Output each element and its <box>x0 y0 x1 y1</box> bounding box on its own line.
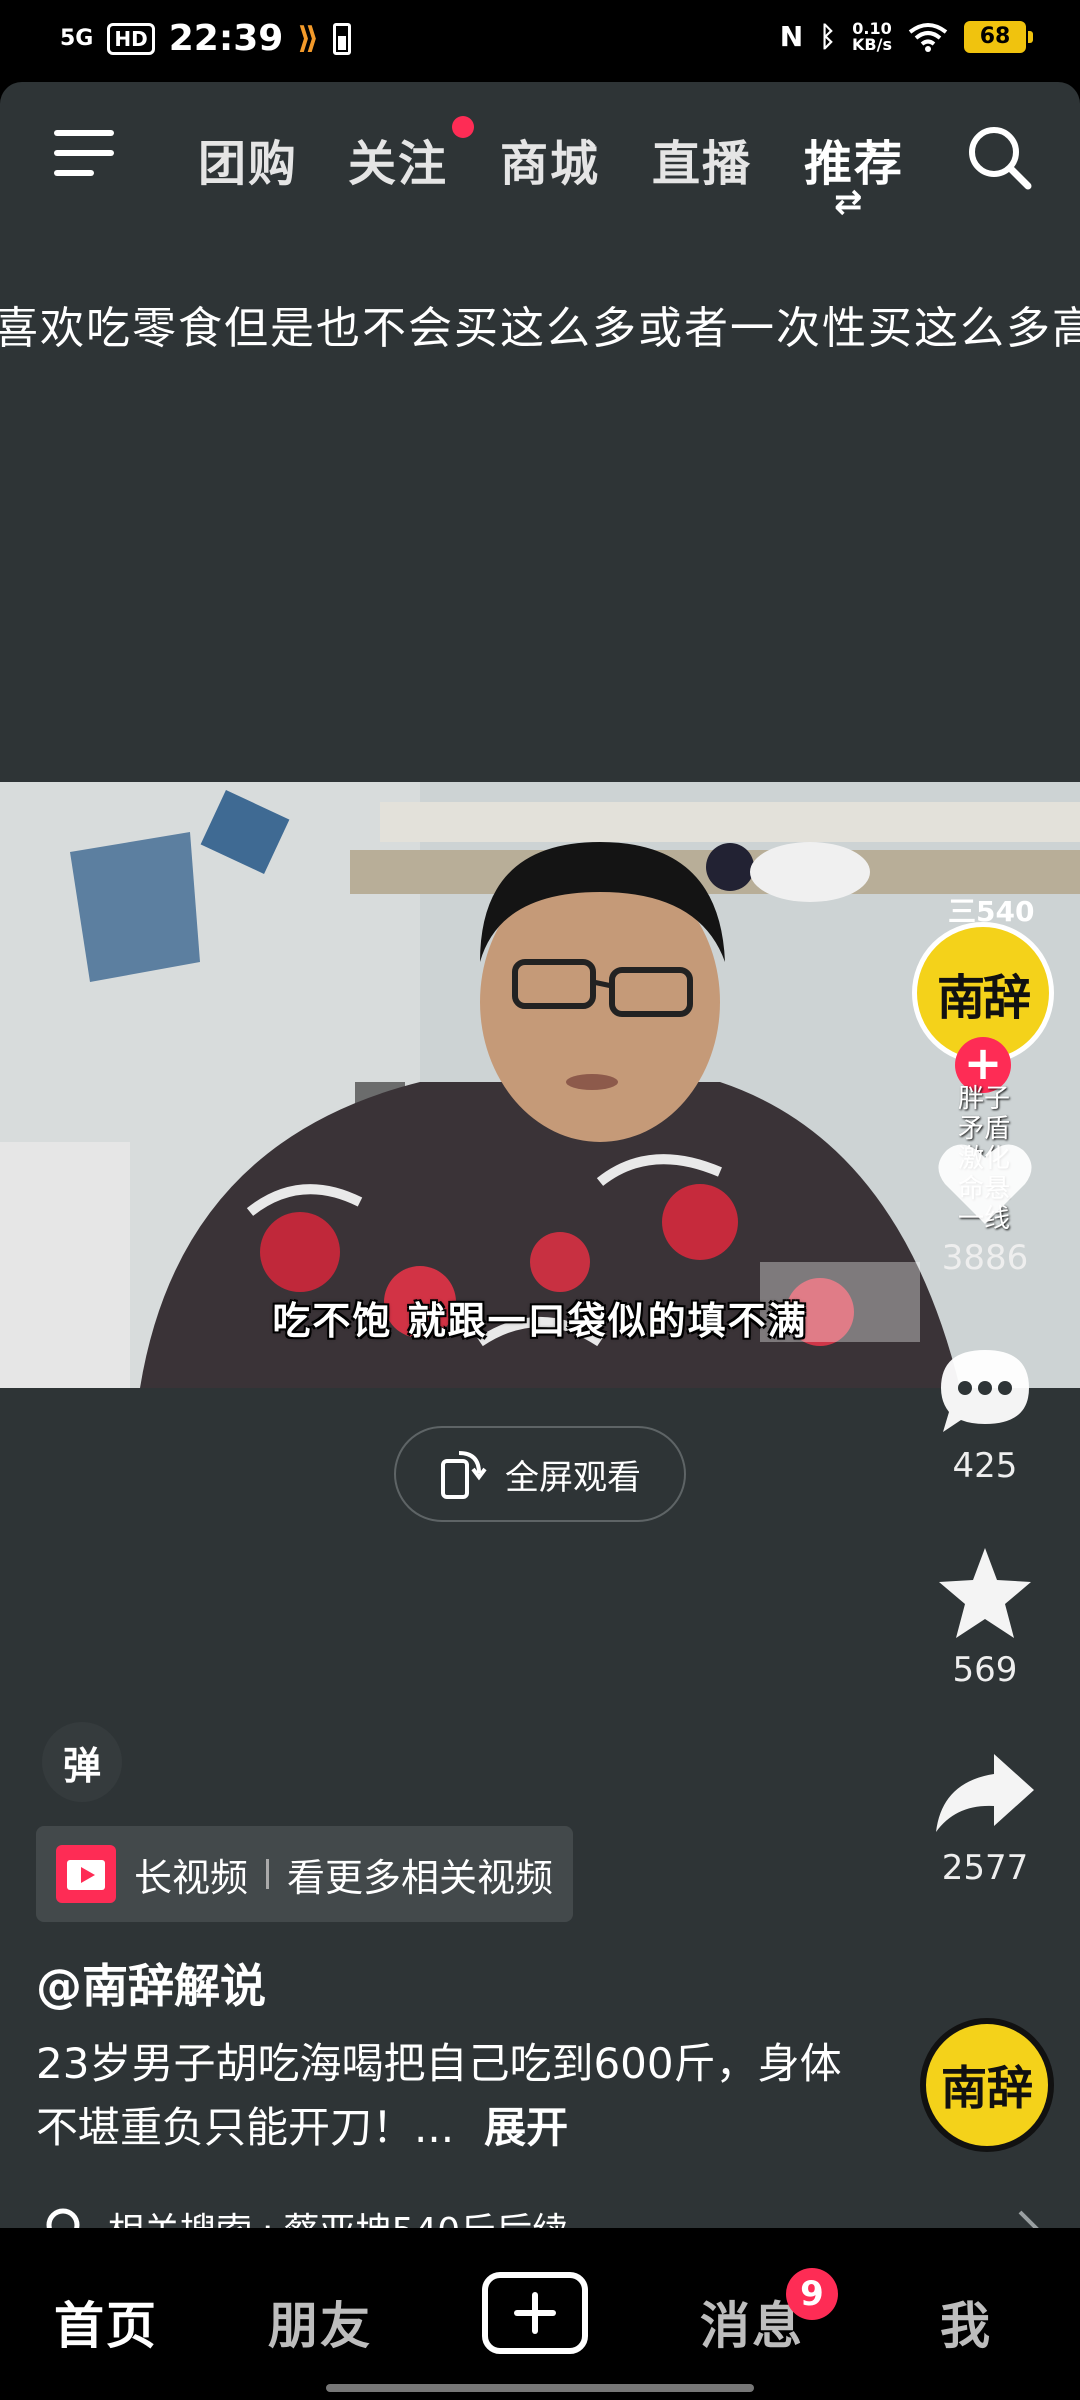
video-subtitle: 吃不饱 就跟一口袋似的填不满 <box>272 1299 808 1343</box>
messages-badge: 9 <box>786 2268 838 2320</box>
tab-mall[interactable]: 商城 <box>500 124 600 194</box>
fullscreen-label: 全屏观看 <box>505 1457 641 1498</box>
small-battery-icon <box>332 22 351 55</box>
divider <box>266 1859 270 1889</box>
network-indicator: 5G <box>60 26 94 51</box>
tab-live[interactable]: 直播 <box>652 124 752 194</box>
comment-count: 425 <box>952 1446 1018 1486</box>
comment-icon <box>941 1350 1029 1432</box>
tab-group-buy[interactable]: 团购 <box>198 124 298 194</box>
danmaku-toggle-button[interactable]: 弹 <box>42 1722 122 1802</box>
danmaku-comment: 喜欢吃零食但是也不会买这么多或者一次性买这么多高热 <box>0 303 1080 354</box>
hd-badge: HD <box>107 22 155 55</box>
favorite-count: 569 <box>952 1650 1018 1690</box>
switch-feed-icon[interactable]: ⇄ <box>834 182 863 222</box>
share-button[interactable]: 2577 <box>920 1748 1050 1888</box>
speed-unit: KB/s <box>852 34 892 54</box>
tab-friends[interactable]: 朋友 <box>268 2286 372 2358</box>
fullscreen-button[interactable]: 全屏观看 <box>394 1426 686 1522</box>
plus-icon <box>514 2292 556 2334</box>
menu-icon[interactable] <box>54 130 114 180</box>
tab-home[interactable]: 首页 <box>54 2286 158 2358</box>
long-video-label: 长视频 <box>134 1855 249 1900</box>
video-feed[interactable]: 团购 关注 商城 直播 推荐 ⇄ 喜欢吃零食但是也不会买这么多或者一次性买这么多… <box>0 82 1080 2400</box>
battery-indicator: 68 <box>964 20 1033 53</box>
like-count: 3886 <box>941 1238 1029 1278</box>
network-speed: 0.10 KB/s <box>852 20 892 54</box>
share-arrow-icon <box>936 1754 1034 1832</box>
following-notification-dot <box>452 116 474 138</box>
tab-me[interactable]: 我 <box>940 2286 992 2358</box>
nfc-icon: N <box>779 20 804 53</box>
top-nav: 团购 关注 商城 直播 推荐 ⇄ <box>0 82 1080 232</box>
status-left: 5G HD 22:39 ⟫ <box>60 18 351 59</box>
status-right: N ᛒ 0.10 KB/s 68 <box>779 20 1033 54</box>
status-bar: 5G HD 22:39 ⟫ N ᛒ 0.10 KB/s 68 <box>0 0 1080 82</box>
description-text: 23岁男子胡吃海喝把自己吃到600斤，身体不堪重负只能开刀！... <box>36 2039 842 2152</box>
like-button[interactable]: 3886 <box>920 1138 1050 1278</box>
search-icon[interactable] <box>966 124 1032 190</box>
status-time: 22:39 <box>168 18 284 59</box>
comment-button[interactable]: 425 <box>920 1344 1050 1486</box>
long-video-icon <box>56 1845 116 1903</box>
author-name[interactable]: @南辞解说 <box>36 1950 266 2016</box>
create-button[interactable] <box>482 2272 588 2354</box>
bluetooth-icon: ᛒ <box>819 20 837 53</box>
video-description[interactable]: 23岁男子胡吃海喝把自己吃到600斤，身体不堪重负只能开刀！... 展开 <box>36 2032 856 2160</box>
tab-following[interactable]: 关注 <box>348 124 448 194</box>
heart-icon <box>938 1144 1032 1224</box>
star-icon <box>939 1548 1031 1638</box>
share-count: 2577 <box>941 1848 1029 1888</box>
home-indicator[interactable] <box>326 2384 754 2392</box>
rotate-screen-icon <box>441 1451 487 1499</box>
wifi-icon <box>908 22 948 52</box>
music-disc[interactable]: 南辞 <box>920 2018 1054 2152</box>
app-notification-icon: ⟫ <box>297 21 319 56</box>
expand-button[interactable]: 展开 <box>484 2103 568 2152</box>
bottom-tab-bar: 首页 朋友 消息 9 我 <box>0 2228 1080 2400</box>
long-video-more: 看更多相关视频 <box>287 1855 554 1900</box>
favorite-button[interactable]: 569 <box>920 1544 1050 1690</box>
long-video-entry[interactable]: 长视频 看更多相关视频 <box>36 1826 574 1922</box>
